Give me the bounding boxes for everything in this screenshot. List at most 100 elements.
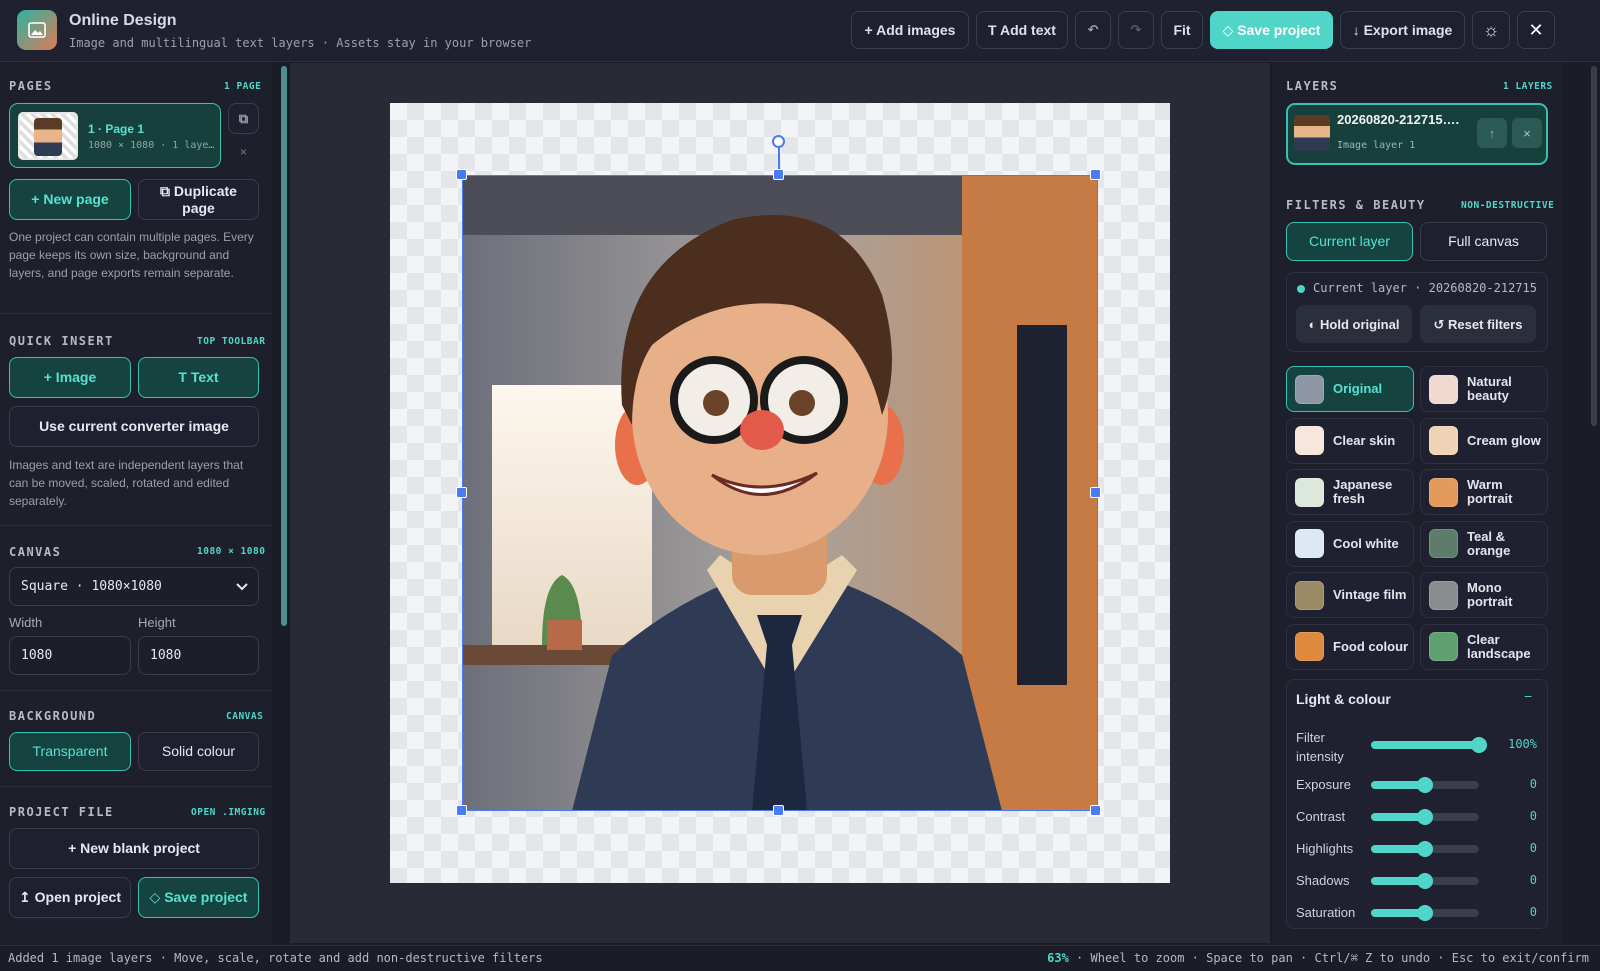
resize-handle-w[interactable] [456,487,467,498]
slider-label: Saturation [1296,905,1356,920]
filter-preset-cream-glow[interactable]: Cream glow [1420,417,1548,464]
use-converter-image-button[interactable]: Use current converter image [9,406,259,447]
filter-preset-vintage-film[interactable]: Vintage film [1286,572,1414,618]
pages-help-text: One project can contain multiple pages. … [9,230,254,280]
app-logo [17,10,57,50]
add-text-button[interactable]: T Add text [976,11,1068,49]
slider-thumb[interactable] [1471,737,1487,753]
export-image-button[interactable]: ↓ Export image [1340,11,1465,49]
shortcut-hints: 63% · Wheel to zoom · Space to pan · Ctr… [1047,951,1589,965]
close-button[interactable]: ✕ [1517,11,1555,49]
redo-button[interactable]: ↷ [1118,11,1154,49]
filter-preset-clear-skin[interactable]: Clear skin [1286,417,1414,464]
remove-layer-button[interactable]: × [1512,118,1542,148]
slider-thumb[interactable] [1417,873,1433,889]
width-input[interactable]: 1080 [9,636,131,675]
selection-box[interactable] [462,175,1098,811]
tab-full-canvas[interactable]: Full canvas [1420,222,1547,261]
resize-handle-se[interactable] [1090,805,1101,816]
resize-handle-s[interactable] [773,805,784,816]
remove-page-button[interactable]: × [228,139,259,165]
duplicate-page-button[interactable]: ⧉ Duplicate page [138,179,259,220]
filter-preset-natural-beauty[interactable]: Natural beauty [1420,366,1548,412]
filter-preset-food-colour[interactable]: Food colour [1286,623,1414,670]
open-project-button[interactable]: ↥ Open project [9,877,131,918]
slider-value: 0 [1529,777,1537,791]
canvas-preset-select[interactable]: Square · 1080×1080 [9,567,259,606]
remove-icon: × [239,145,247,159]
save-project-side-button[interactable]: ◇ Save project [138,877,259,918]
height-input[interactable]: 1080 [138,636,259,675]
slider-value: 0 [1529,841,1537,855]
fit-button[interactable]: Fit [1161,11,1203,49]
slider-thumb[interactable] [1417,777,1433,793]
slider-thumb[interactable] [1417,841,1433,857]
layer-thumbnail [1294,115,1330,151]
slider-track[interactable] [1371,737,1487,753]
preset-swatch [1429,632,1458,661]
insert-text-button[interactable]: T Text [138,357,259,398]
preset-label: Clear skin [1333,432,1396,448]
tab-current-layer[interactable]: Current layer [1286,222,1413,261]
image-icon [28,22,46,38]
preset-swatch [1429,426,1458,455]
preset-label: Mono portrait [1467,580,1513,609]
filter-preset-japanese-fresh[interactable]: Japanese fresh [1286,469,1414,515]
rotate-handle[interactable] [772,135,785,148]
solid-colour-button[interactable]: Solid colour [138,732,259,771]
resize-handle-ne[interactable] [1090,169,1101,180]
filter-preset-mono-portrait[interactable]: Mono portrait [1420,572,1548,618]
top-toolbar: Online Design Image and multilingual tex… [0,0,1600,62]
hold-original-button[interactable]: ◐ Hold original [1296,305,1412,343]
zoom-level: 63% [1047,951,1069,965]
slider-track[interactable] [1371,809,1479,825]
slider-thumb[interactable] [1417,809,1433,825]
app-subtitle: Image and multilingual text layers · Ass… [69,36,532,50]
preset-label: Clear landscape [1467,631,1531,661]
copy-page-button[interactable]: ⧉ [228,103,259,134]
layer-name: 20260820-212715…. [1337,112,1460,127]
reset-filters-button[interactable]: ↺ Reset filters [1420,305,1536,343]
slider-thumb[interactable] [1417,905,1433,921]
slider-track[interactable] [1371,777,1479,793]
save-project-button[interactable]: ◇ Save project [1210,11,1333,49]
undo-button[interactable]: ↶ [1075,11,1111,49]
filter-preset-clear-landscape[interactable]: Clear landscape [1420,623,1548,670]
filter-preset-teal-orange[interactable]: Teal & orange [1420,520,1548,567]
slider-track[interactable] [1371,873,1479,889]
add-images-button[interactable]: + Add images [851,11,969,49]
layers-title: LAYERS [1286,79,1339,93]
preset-swatch [1295,529,1324,558]
theme-toggle-button[interactable]: ☼ [1472,11,1510,49]
slider-track[interactable] [1371,841,1479,857]
quick-insert-tag: TOP TOOLBAR [197,336,266,347]
insert-image-button[interactable]: + Image [9,357,131,398]
transparent-background-button[interactable]: Transparent [9,732,131,771]
slider-track[interactable] [1371,905,1479,921]
new-page-button[interactable]: + New page [9,179,131,220]
page-name: 1 · Page 1 [88,122,145,136]
height-label: Height [138,615,176,630]
right-scrollbar[interactable] [1591,66,1597,426]
layer-item[interactable]: 20260820-212715…. Image layer 1 ↑ × [1286,103,1548,165]
filter-preset-cool-white[interactable]: Cool white [1286,520,1414,567]
preset-label: Warm portrait [1467,477,1513,506]
left-scrollbar[interactable] [281,66,287,626]
resize-handle-n[interactable] [773,169,784,180]
resize-handle-sw[interactable] [456,805,467,816]
filters-title: FILTERS & BEAUTY [1286,198,1426,212]
preset-label: Food colour [1333,638,1409,654]
arrow-up-icon: ↑ [1488,125,1496,141]
page-card[interactable]: 1 · Page 1 1080 × 1080 · 1 laye… [9,103,221,168]
new-blank-project-button[interactable]: + New blank project [9,828,259,869]
app-title: Online Design [69,12,177,29]
move-layer-up-button[interactable]: ↑ [1477,118,1507,148]
resize-handle-e[interactable] [1090,487,1101,498]
resize-handle-nw[interactable] [456,169,467,180]
filter-preset-original[interactable]: Original [1286,366,1414,412]
project-file-tag: OPEN .IMGING [191,807,266,818]
preset-label: Cool white [1333,535,1399,551]
collapse-button[interactable]: − [1524,688,1532,704]
preset-label: Japanese fresh [1333,477,1393,506]
filter-preset-warm-portrait[interactable]: Warm portrait [1420,469,1548,515]
